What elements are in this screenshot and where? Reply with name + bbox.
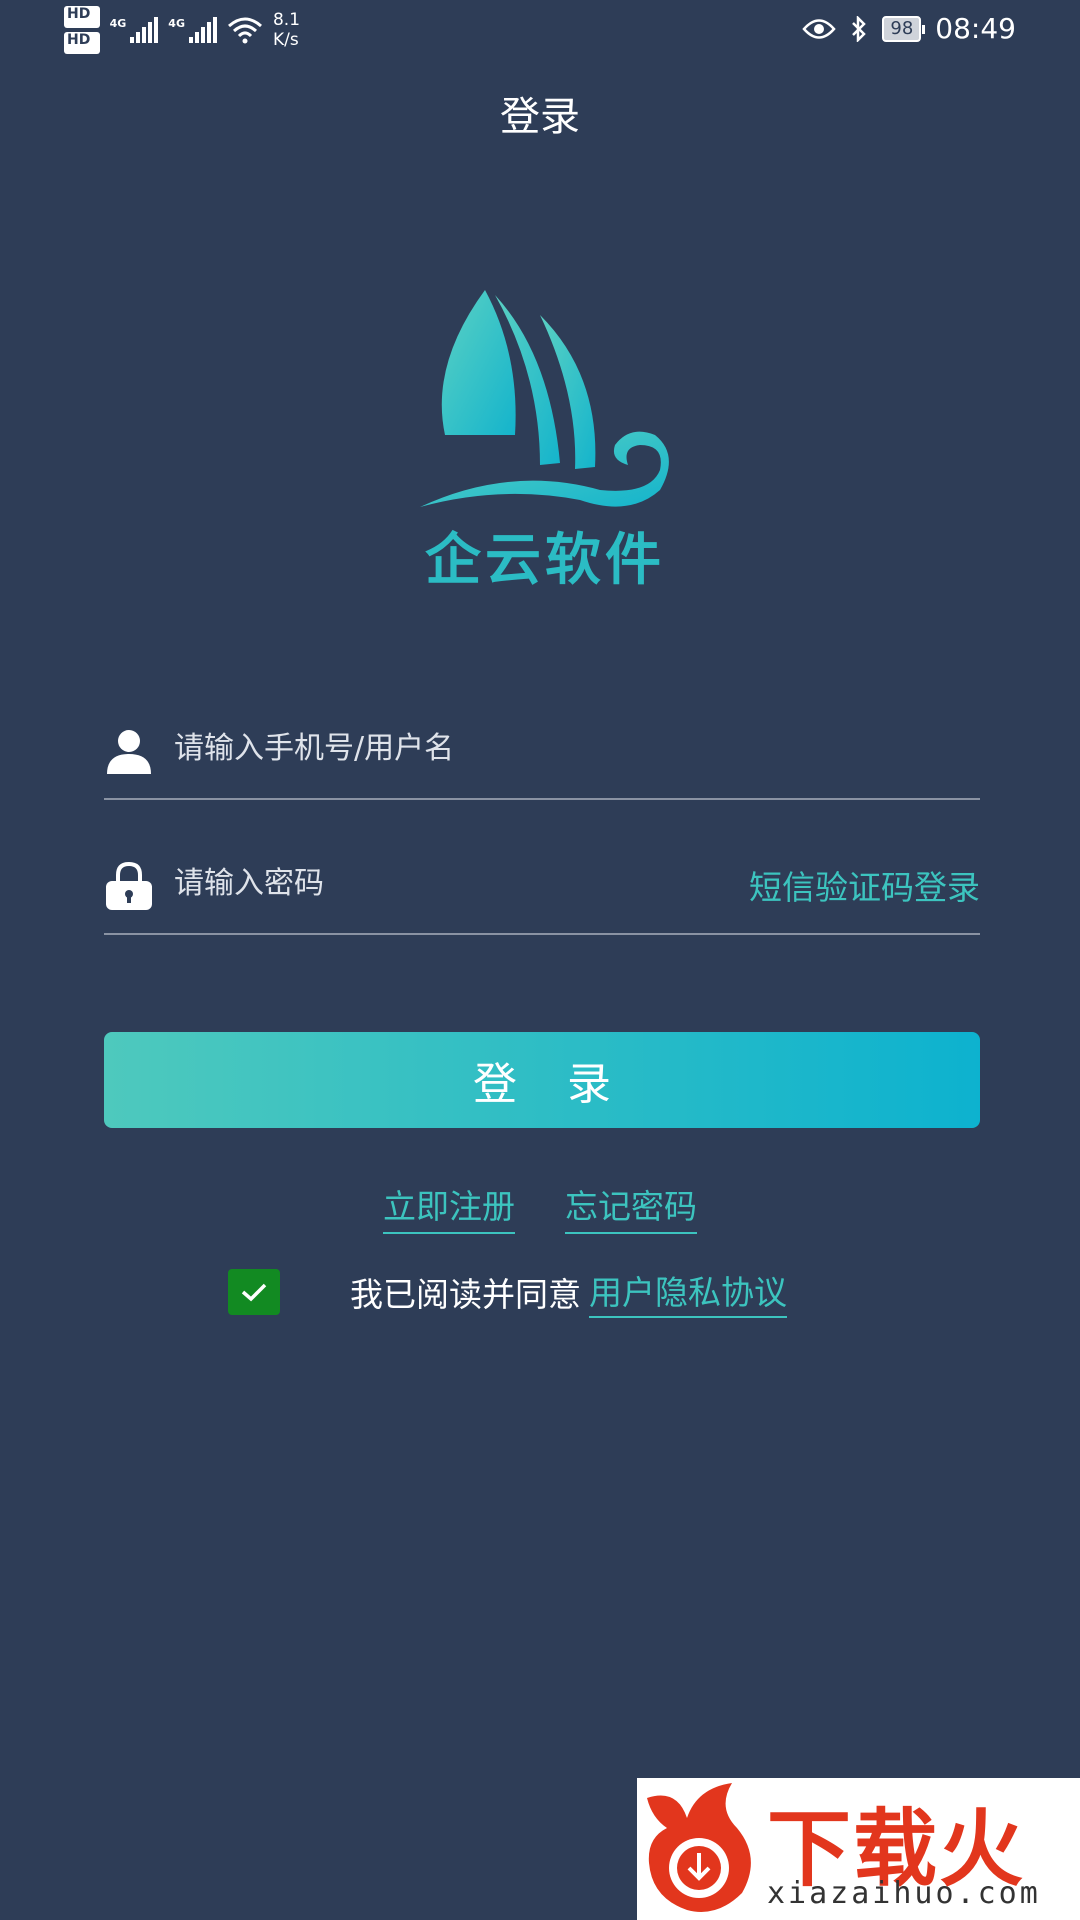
forgot-password-link[interactable]: 忘记密码 — [565, 1180, 697, 1234]
sms-login-link[interactable]: 短信验证码登录 — [749, 861, 980, 909]
status-right: 98 08:49 — [802, 12, 1016, 45]
eye-icon — [802, 18, 837, 39]
status-left: HD1 HD2 4G 4G 8.1 K/s — [64, 6, 300, 54]
agreement-checkbox[interactable] — [228, 1269, 280, 1315]
status-bar: HD1 HD2 4G 4G 8.1 K/s 98 08:49 — [0, 0, 1080, 60]
logo-text: 企云软件 — [425, 528, 665, 593]
signal-icon-sim1: 4G — [110, 16, 159, 43]
battery-icon: 98 — [882, 15, 926, 42]
agreement-text: 我已阅读并同意 — [350, 1275, 581, 1314]
sim1-hd-badge: HD1 — [64, 6, 100, 28]
bluetooth-icon — [852, 15, 867, 42]
network-speed: 8.1 K/s — [272, 9, 301, 50]
watermark: 下载火 xiazaihuo.com — [637, 1778, 1080, 1920]
watermark-url: xiazaihuo.com — [767, 1876, 1041, 1911]
password-field: 短信验证码登录 — [104, 843, 980, 935]
page-title: 登录 — [500, 94, 580, 140]
sim2-hd-badge: HD2 — [64, 31, 100, 54]
sim-indicators: HD1 HD2 — [64, 6, 100, 54]
checkmark-icon — [241, 1283, 267, 1302]
flame-logo-icon — [647, 1783, 751, 1912]
password-input[interactable] — [172, 853, 696, 915]
user-icon — [107, 730, 151, 774]
agreement-row: 我已阅读并同意 用户隐私协议 — [228, 1266, 787, 1318]
wifi-icon — [227, 17, 262, 44]
register-link[interactable]: 立即注册 — [383, 1180, 515, 1234]
clock: 08:49 — [935, 12, 1016, 45]
signal-icon-sim2: 4G — [168, 16, 217, 43]
lock-icon — [106, 861, 152, 910]
username-input[interactable] — [172, 718, 696, 780]
username-field — [104, 708, 980, 800]
privacy-policy-link[interactable]: 用户隐私协议 — [589, 1266, 787, 1318]
account-links: 立即注册 忘记密码 — [0, 1180, 1080, 1234]
login-button[interactable]: 登录 — [104, 1032, 980, 1128]
